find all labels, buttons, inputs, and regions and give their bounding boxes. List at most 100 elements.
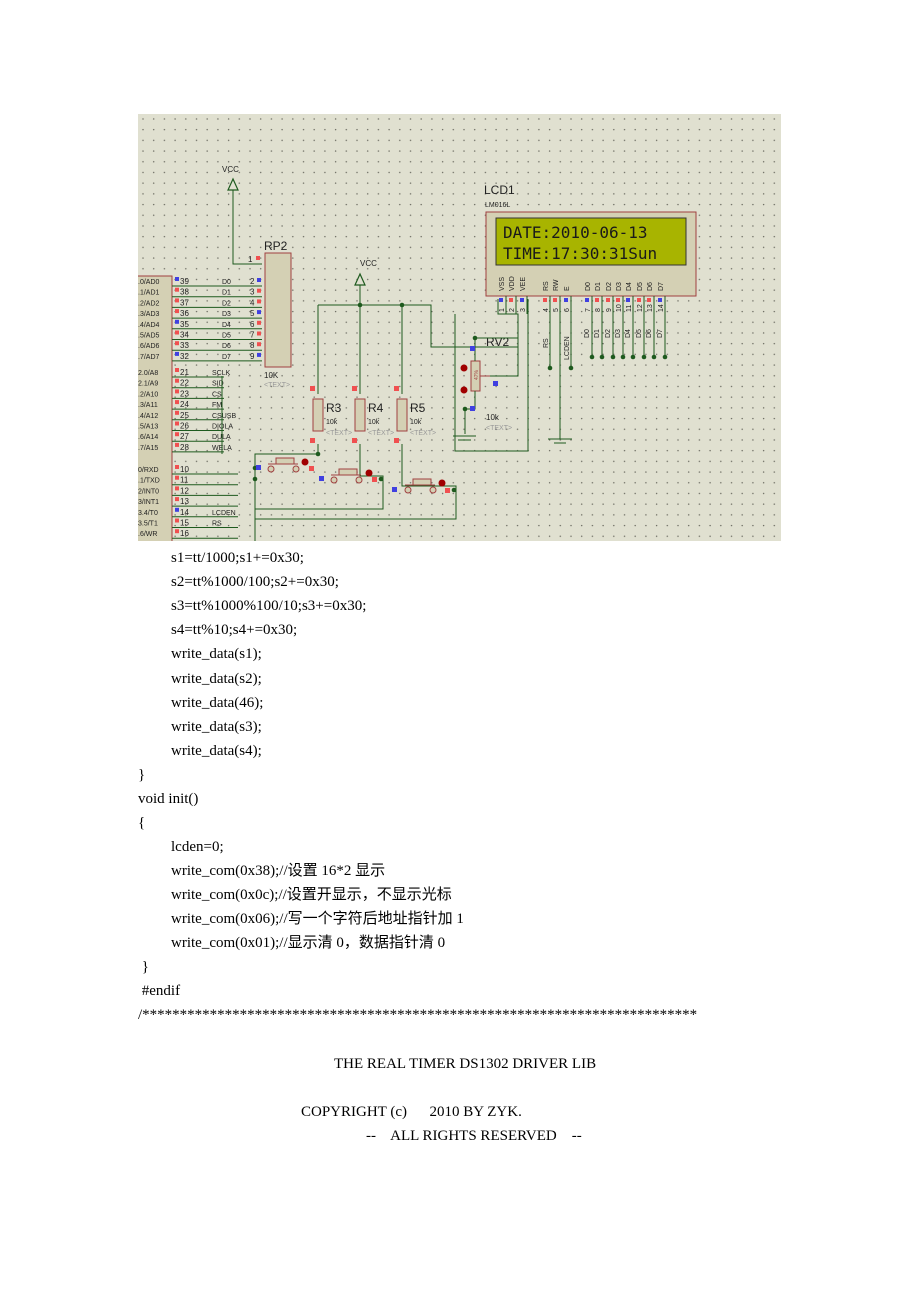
code-line: /***************************************… — [138, 1007, 698, 1023]
rp2-pin-number: 4 — [250, 298, 255, 307]
net-label: D4 — [625, 329, 632, 338]
lcd-pin-label: RS — [543, 281, 550, 291]
rp2-pin-number: 3 — [250, 288, 255, 297]
pin-number: 27 — [180, 432, 189, 441]
header-title: THE REAL TIMER DS1302 DRIVER LIB — [334, 1056, 597, 1072]
pin-marker — [175, 378, 179, 383]
pin-function-label: .6/A14 — [138, 434, 158, 441]
pin-number: 26 — [180, 422, 189, 431]
rp2-pin-number: 2 — [250, 277, 255, 286]
lcd-pin-label: D6 — [647, 282, 654, 291]
lcd-pin-label: D0 — [585, 282, 592, 291]
pin-marker — [175, 298, 179, 303]
svg-text:10k: 10k — [486, 413, 500, 422]
pin-function-label: .6/AD6 — [138, 343, 160, 350]
resistor-text: <TEXT> — [410, 430, 436, 437]
lcd-pin-label: VDD — [509, 276, 516, 291]
resistor-value: 10k — [326, 419, 338, 426]
net-label: LCDEN — [564, 336, 571, 360]
code-line: lcden=0; — [171, 839, 224, 855]
lcd-pin-number: 8 — [595, 308, 602, 312]
net-label: D7 — [222, 354, 231, 361]
pin-function-label: 3.5/T1 — [138, 521, 158, 528]
code-line: write_data(s3); — [171, 719, 262, 735]
lcd-pin-number: 9 — [606, 308, 613, 312]
svg-text:VCC: VCC — [360, 259, 377, 268]
pin-marker — [175, 330, 179, 335]
pin-function-label: 3.4/T0 — [138, 510, 158, 517]
pin-number: 21 — [180, 368, 189, 377]
lcd-pin-number: 1 — [499, 308, 506, 312]
pin-function-label: .1/AD1 — [138, 290, 160, 297]
pin-marker — [175, 497, 179, 502]
pin-marker — [175, 421, 179, 426]
net-label: D5 — [222, 333, 231, 340]
pin-marker — [175, 351, 179, 356]
resistor-text: <TEXT> — [368, 430, 394, 437]
net-label: D0 — [222, 279, 231, 286]
rp2-pin-number: 5 — [250, 309, 255, 318]
pin-marker — [175, 368, 179, 372]
pin-number: 32 — [180, 352, 189, 361]
pin-function-label: .4/AD4 — [138, 322, 160, 329]
code-line: write_data(s2); — [171, 671, 262, 687]
code-line: s1=tt/1000;s1+=0x30; — [171, 550, 304, 566]
pin-number: 22 — [180, 379, 189, 388]
pin-marker — [175, 277, 179, 281]
net-label: D6 — [222, 343, 231, 350]
pin-number: 15 — [180, 519, 189, 528]
rp2-pin-number: 8 — [250, 341, 255, 350]
pin-function-label: .6/WR — [138, 531, 157, 538]
svg-text:LCD1: LCD1 — [484, 183, 515, 197]
pin-function-label: .0/AD0 — [138, 279, 160, 286]
pin-function-label: .1/TXD — [138, 478, 160, 485]
net-label: D3 — [615, 329, 622, 338]
net-label: D6 — [646, 329, 653, 338]
pin-number: 35 — [180, 320, 189, 329]
svg-text:<TEXT>: <TEXT> — [264, 382, 290, 389]
net-label: D4 — [222, 322, 231, 329]
lcd-pin-label: D4 — [626, 282, 633, 291]
net-label: D1 — [222, 290, 231, 297]
svg-text:VCC: VCC — [222, 165, 239, 174]
code-line: s4=tt%10;s4+=0x30; — [171, 622, 298, 638]
pin-function-label: .4/A12 — [138, 413, 158, 420]
lcd-pin-label: D5 — [637, 282, 644, 291]
lcd-pin-label: D1 — [595, 282, 602, 291]
pin-marker — [175, 410, 179, 415]
resistor-value: 10k — [368, 419, 380, 426]
lcd-line-2: TIME:17:30:31Sun — [503, 244, 657, 263]
pin-number: 10 — [180, 465, 189, 474]
mcu-pin-row: .7/A1528WELA — [138, 442, 232, 453]
net-label: CS — [212, 391, 222, 398]
code-line: void init() — [138, 791, 199, 807]
pin-number: 12 — [180, 486, 189, 495]
pin-marker — [175, 341, 179, 346]
mcu-pin-row: 2.1/A9 22 SID — [138, 378, 224, 389]
net-label: D1 — [594, 329, 601, 338]
svg-text:1: 1 — [248, 255, 253, 264]
mcu-pin-row: 3.4/T0 14 LCDEN — [138, 507, 238, 518]
pin-number: 13 — [180, 497, 189, 506]
lcd-pin-number: 2 — [509, 308, 516, 312]
code-line: s3=tt%1000%100/10;s3+=0x30; — [171, 598, 367, 614]
resistor-value: 10k — [410, 419, 422, 426]
pin-number: 24 — [180, 400, 189, 409]
pin-marker — [175, 507, 179, 512]
circuit-schematic: VCC RP2 10K <TEXT> 1 23456789 .0/AD0 39 D0… — [138, 114, 781, 541]
pin-function-label: .2/A10 — [138, 391, 158, 398]
lcd-pin-number: 6 — [564, 308, 571, 312]
rights-line: -- ALL RIGHTS RESERVED -- — [366, 1128, 582, 1144]
lcd-pin-label: RW — [553, 279, 560, 291]
pin-marker — [175, 442, 179, 447]
pin-marker — [175, 475, 179, 480]
net-label: DIOLA — [212, 424, 233, 431]
net-label: D5 — [636, 329, 643, 338]
svg-text:<TEXT>: <TEXT> — [486, 425, 512, 432]
svg-text:RP2: RP2 — [264, 239, 288, 253]
code-line: } — [138, 767, 146, 783]
pin-number: 11 — [180, 476, 189, 485]
pin-number: 14 — [180, 508, 189, 517]
lcd-pin-number: 4 — [543, 308, 550, 312]
lcd-pin-label: E — [564, 286, 571, 291]
